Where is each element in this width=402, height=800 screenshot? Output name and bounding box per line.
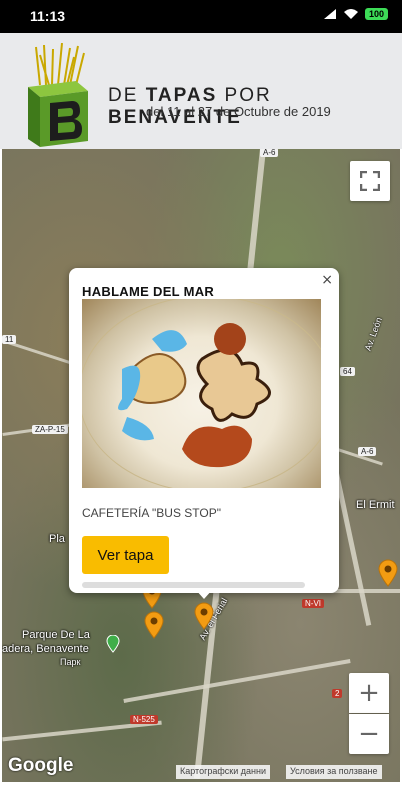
zoom-out-button[interactable]: −: [349, 714, 389, 754]
park-marker-icon[interactable]: [106, 635, 120, 653]
title-prefix: DE: [108, 85, 146, 106]
info-scrollbar[interactable]: [82, 582, 305, 588]
tapa-dish-illustration: [82, 299, 321, 488]
bottom-strip: [0, 782, 402, 800]
fullscreen-button[interactable]: [350, 161, 390, 201]
park-label-line1: Parque De La: [22, 629, 90, 641]
info-window: × HABLAME DEL MAR CAFETERÍA "BUS STOP" V…: [69, 268, 339, 599]
map-pin-icon[interactable]: [378, 559, 398, 587]
tapa-venue: CAFETERÍA "BUS STOP": [82, 506, 221, 520]
header-subtitle: del 11 al 27 de Octubre de 2019: [146, 104, 331, 119]
status-time: 11:13: [30, 8, 66, 24]
road-label-nvi: N-VI: [302, 599, 324, 608]
wifi-icon: [343, 9, 358, 19]
road-label-64: 64: [340, 367, 355, 376]
park-label-line2: adera, Benavente: [2, 643, 89, 655]
terms-link[interactable]: Условия за ползване: [286, 765, 382, 779]
road-label-a6-mid: A-6: [358, 447, 377, 456]
title-mid: POR: [217, 85, 272, 106]
street-label-av-leon: Av. León: [362, 315, 384, 353]
google-logo[interactable]: Google: [8, 755, 73, 777]
close-icon[interactable]: ×: [321, 272, 333, 288]
app-header: DE TAPAS POR BENAVENTE del 11 al 27 de O…: [0, 33, 402, 149]
road-label-n525: N-525: [130, 715, 158, 724]
title-word-tapas: TAPAS: [145, 85, 218, 106]
road-label-11: 11: [2, 335, 17, 344]
ver-tapa-button[interactable]: Ver tapa: [82, 536, 169, 574]
place-label-el-ermita: El Ermit: [356, 499, 395, 511]
road-label-a6-top: A-6: [260, 149, 279, 157]
road-label-za-p: ZA-P-15: [32, 425, 68, 434]
tapa-title: HABLAME DEL MAR: [82, 284, 215, 299]
signal-icon: [323, 9, 336, 19]
zoom-in-button[interactable]: +: [349, 673, 389, 713]
tapa-photo: [82, 299, 321, 488]
road: [123, 659, 351, 703]
road-label-2: 2: [332, 689, 343, 698]
park-sublabel: Парк: [60, 657, 81, 667]
info-window-tail: [195, 589, 213, 599]
fullscreen-icon: [360, 171, 380, 191]
place-label-pla: Pla: [49, 533, 65, 545]
status-bar: 11:13 100: [0, 0, 402, 33]
map-data-attribution[interactable]: Картографски данни: [176, 765, 270, 779]
tapas-b-logo-icon: [28, 43, 88, 147]
status-icons: 100: [323, 8, 388, 20]
battery-icon: 100: [364, 8, 388, 20]
map-pin-icon[interactable]: [194, 602, 214, 630]
map-pin-icon[interactable]: [144, 611, 164, 639]
